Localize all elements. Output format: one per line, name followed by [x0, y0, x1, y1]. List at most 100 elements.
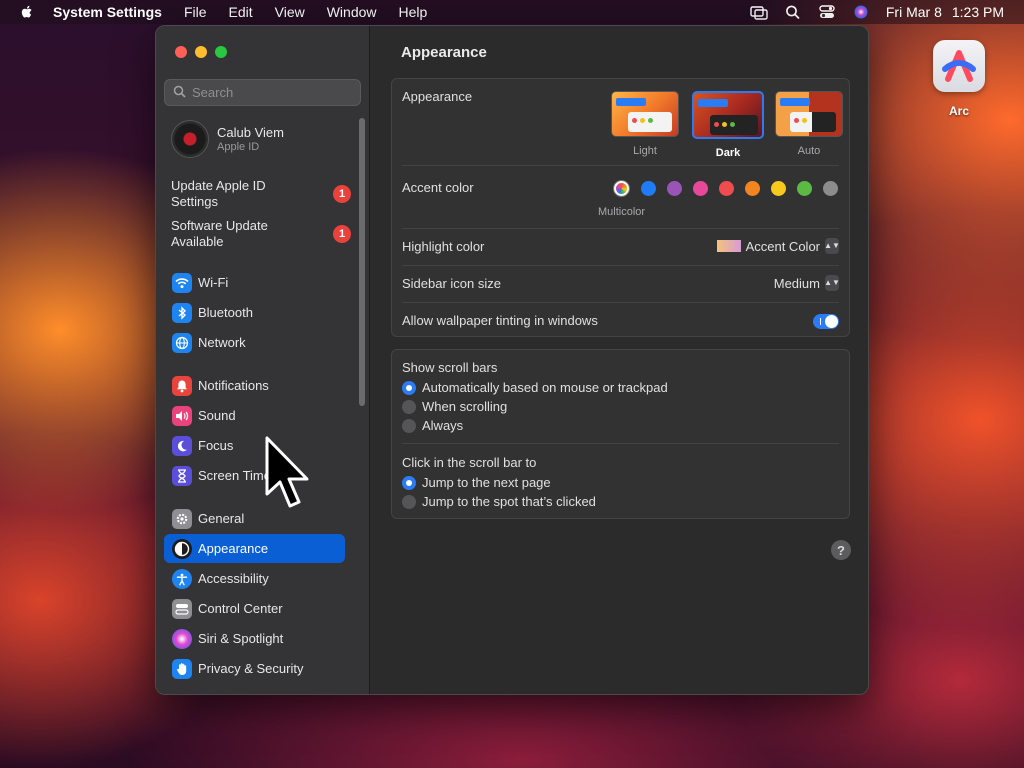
chevron-updown-icon: ▲▼	[824, 275, 840, 291]
sidebar-item-siri-spotlight[interactable]: Siri & Spotlight	[164, 624, 345, 653]
sidebar-item-label: Appearance	[198, 541, 269, 556]
siri-icon[interactable]	[852, 4, 870, 20]
radio-scroll-when-scrolling[interactable]: When scrolling	[402, 399, 507, 414]
page-title: Appearance	[401, 44, 487, 61]
control-center-icon[interactable]	[818, 4, 836, 20]
wifi-icon	[172, 272, 192, 293]
gear-icon	[172, 508, 192, 529]
sidebar-item-appearance[interactable]: Appearance	[164, 534, 345, 563]
highlight-color-row: Highlight color Accent Color ▲▼	[402, 228, 840, 266]
apple-icon[interactable]	[19, 4, 35, 20]
sidebar-item-notifications[interactable]: Notifications	[164, 371, 345, 400]
apple-id-account[interactable]: Calub Viem Apple ID	[171, 120, 284, 158]
sidebar-icon-size-value: Medium	[773, 275, 820, 291]
search-field[interactable]	[164, 79, 361, 106]
sidebar-item-control-center[interactable]: Control Center	[164, 594, 345, 623]
search-icon	[173, 85, 186, 101]
sidebar-icon-size-row: Sidebar icon size Medium ▲▼	[402, 266, 840, 303]
radio-jump-to-spot[interactable]: Jump to the spot that’s clicked	[402, 494, 596, 509]
sidebar-item-label: Bluetooth	[198, 305, 253, 320]
accent-red-swatch[interactable]	[719, 181, 734, 196]
search-icon[interactable]	[784, 4, 802, 20]
bluetooth-icon	[172, 302, 192, 323]
software-update-notice[interactable]: Software Update Available 1	[171, 218, 351, 250]
appearance-pane: Appearance Appearance Light Dark Auto Ac…	[371, 26, 868, 694]
accent-green-swatch[interactable]	[797, 181, 812, 196]
search-input[interactable]	[192, 85, 352, 100]
wallpaper-tinting-row: Allow wallpaper tinting in windows	[402, 303, 839, 337]
notification-badge: 1	[333, 225, 351, 243]
menu-window[interactable]: Window	[327, 4, 377, 20]
accent-blue-swatch[interactable]	[641, 181, 656, 196]
theme-label: Auto	[797, 145, 821, 157]
dark-theme-thumbnail	[692, 91, 764, 139]
auto-theme-thumbnail	[775, 91, 843, 137]
menubar-date[interactable]: Fri Mar 8	[886, 4, 942, 20]
arc-app-icon	[933, 40, 985, 92]
highlight-color-value: Accent Color	[745, 238, 820, 254]
appearance-row: Appearance Light Dark Auto	[402, 79, 843, 166]
minimize-button[interactable]	[195, 46, 207, 58]
accent-graphite-swatch[interactable]	[823, 181, 838, 196]
zoom-button[interactable]	[215, 46, 227, 58]
accessibility-icon	[172, 568, 192, 589]
sidebar-icon-size-popup[interactable]: Medium ▲▼	[773, 275, 840, 291]
avatar	[171, 120, 209, 158]
sidebar-item-accessibility[interactable]: Accessibility	[164, 564, 345, 593]
account-name: Calub Viem	[217, 125, 284, 140]
accent-yellow-swatch[interactable]	[771, 181, 786, 196]
accent-purple-swatch[interactable]	[667, 181, 682, 196]
sidebar-item-label: Wi-Fi	[198, 275, 229, 290]
sidebar-item-bluetooth[interactable]: Bluetooth	[164, 298, 345, 327]
radio-label: When scrolling	[422, 399, 508, 414]
highlight-color-popup[interactable]: Accent Color ▲▼	[716, 238, 840, 254]
close-button[interactable]	[175, 46, 187, 58]
radio-label: Jump to the next page	[422, 475, 551, 490]
sidebar-item-label: Sound	[198, 408, 236, 423]
radio-button[interactable]	[402, 418, 416, 433]
scroll-bar-settings-panel: Show scroll bars Automatically based on …	[391, 349, 850, 519]
menubar-time[interactable]: 1:23 PM	[952, 4, 1004, 20]
radio-button[interactable]	[402, 380, 416, 395]
sidebar-scrollbar[interactable]	[359, 118, 365, 406]
radio-button[interactable]	[402, 399, 416, 414]
moon-icon	[172, 435, 192, 456]
sidebar-item-privacy-security[interactable]: Privacy & Security	[164, 654, 345, 683]
sidebar-item-wifi[interactable]: Wi-Fi	[164, 268, 345, 297]
radio-label: Always	[422, 418, 464, 433]
sidebar-item-general[interactable]: General	[164, 504, 345, 533]
menu-view[interactable]: View	[275, 4, 305, 20]
radio-button[interactable]	[402, 494, 416, 509]
menu-bar: System Settings File Edit View Window He…	[0, 0, 1024, 24]
notice-label: Software Update Available	[171, 218, 268, 249]
sidebar: Calub Viem Apple ID Update Apple ID Sett…	[156, 26, 370, 694]
radio-scroll-automatic[interactable]: Automatically based on mouse or trackpad	[402, 380, 668, 395]
sidebar-item-label: Notifications	[198, 378, 269, 393]
radio-scroll-always[interactable]: Always	[402, 418, 463, 433]
menu-file[interactable]: File	[184, 4, 207, 20]
menu-help[interactable]: Help	[399, 4, 428, 20]
update-apple-id-notice[interactable]: Update Apple ID Settings 1	[171, 178, 351, 210]
screen-mirroring-icon[interactable]	[750, 4, 768, 20]
accent-pink-swatch[interactable]	[693, 181, 708, 196]
arc-desktop-icon[interactable]: Arc	[933, 40, 985, 118]
accent-orange-swatch[interactable]	[745, 181, 760, 196]
hourglass-icon	[172, 465, 192, 486]
sidebar-item-sound[interactable]: Sound	[164, 401, 345, 430]
menu-edit[interactable]: Edit	[229, 4, 253, 20]
theme-light-option[interactable]: Light	[609, 91, 681, 157]
sidebar-item-screen-time[interactable]: Screen Time	[164, 461, 345, 490]
theme-dark-option[interactable]: Dark	[692, 91, 764, 159]
radio-label: Automatically based on mouse or trackpad	[422, 380, 668, 395]
radio-jump-next-page[interactable]: Jump to the next page	[402, 475, 551, 490]
chevron-updown-icon: ▲▼	[824, 238, 840, 254]
radio-button[interactable]	[402, 475, 416, 490]
accent-multicolor-swatch[interactable]	[614, 181, 629, 196]
app-name-menu[interactable]: System Settings	[53, 4, 162, 20]
help-button[interactable]: ?	[831, 540, 851, 560]
highlight-color-preview	[716, 240, 741, 252]
sidebar-item-focus[interactable]: Focus	[164, 431, 345, 460]
theme-auto-option[interactable]: Auto	[773, 91, 845, 157]
wallpaper-tinting-toggle[interactable]	[813, 314, 839, 329]
sidebar-item-network[interactable]: Network	[164, 328, 345, 357]
